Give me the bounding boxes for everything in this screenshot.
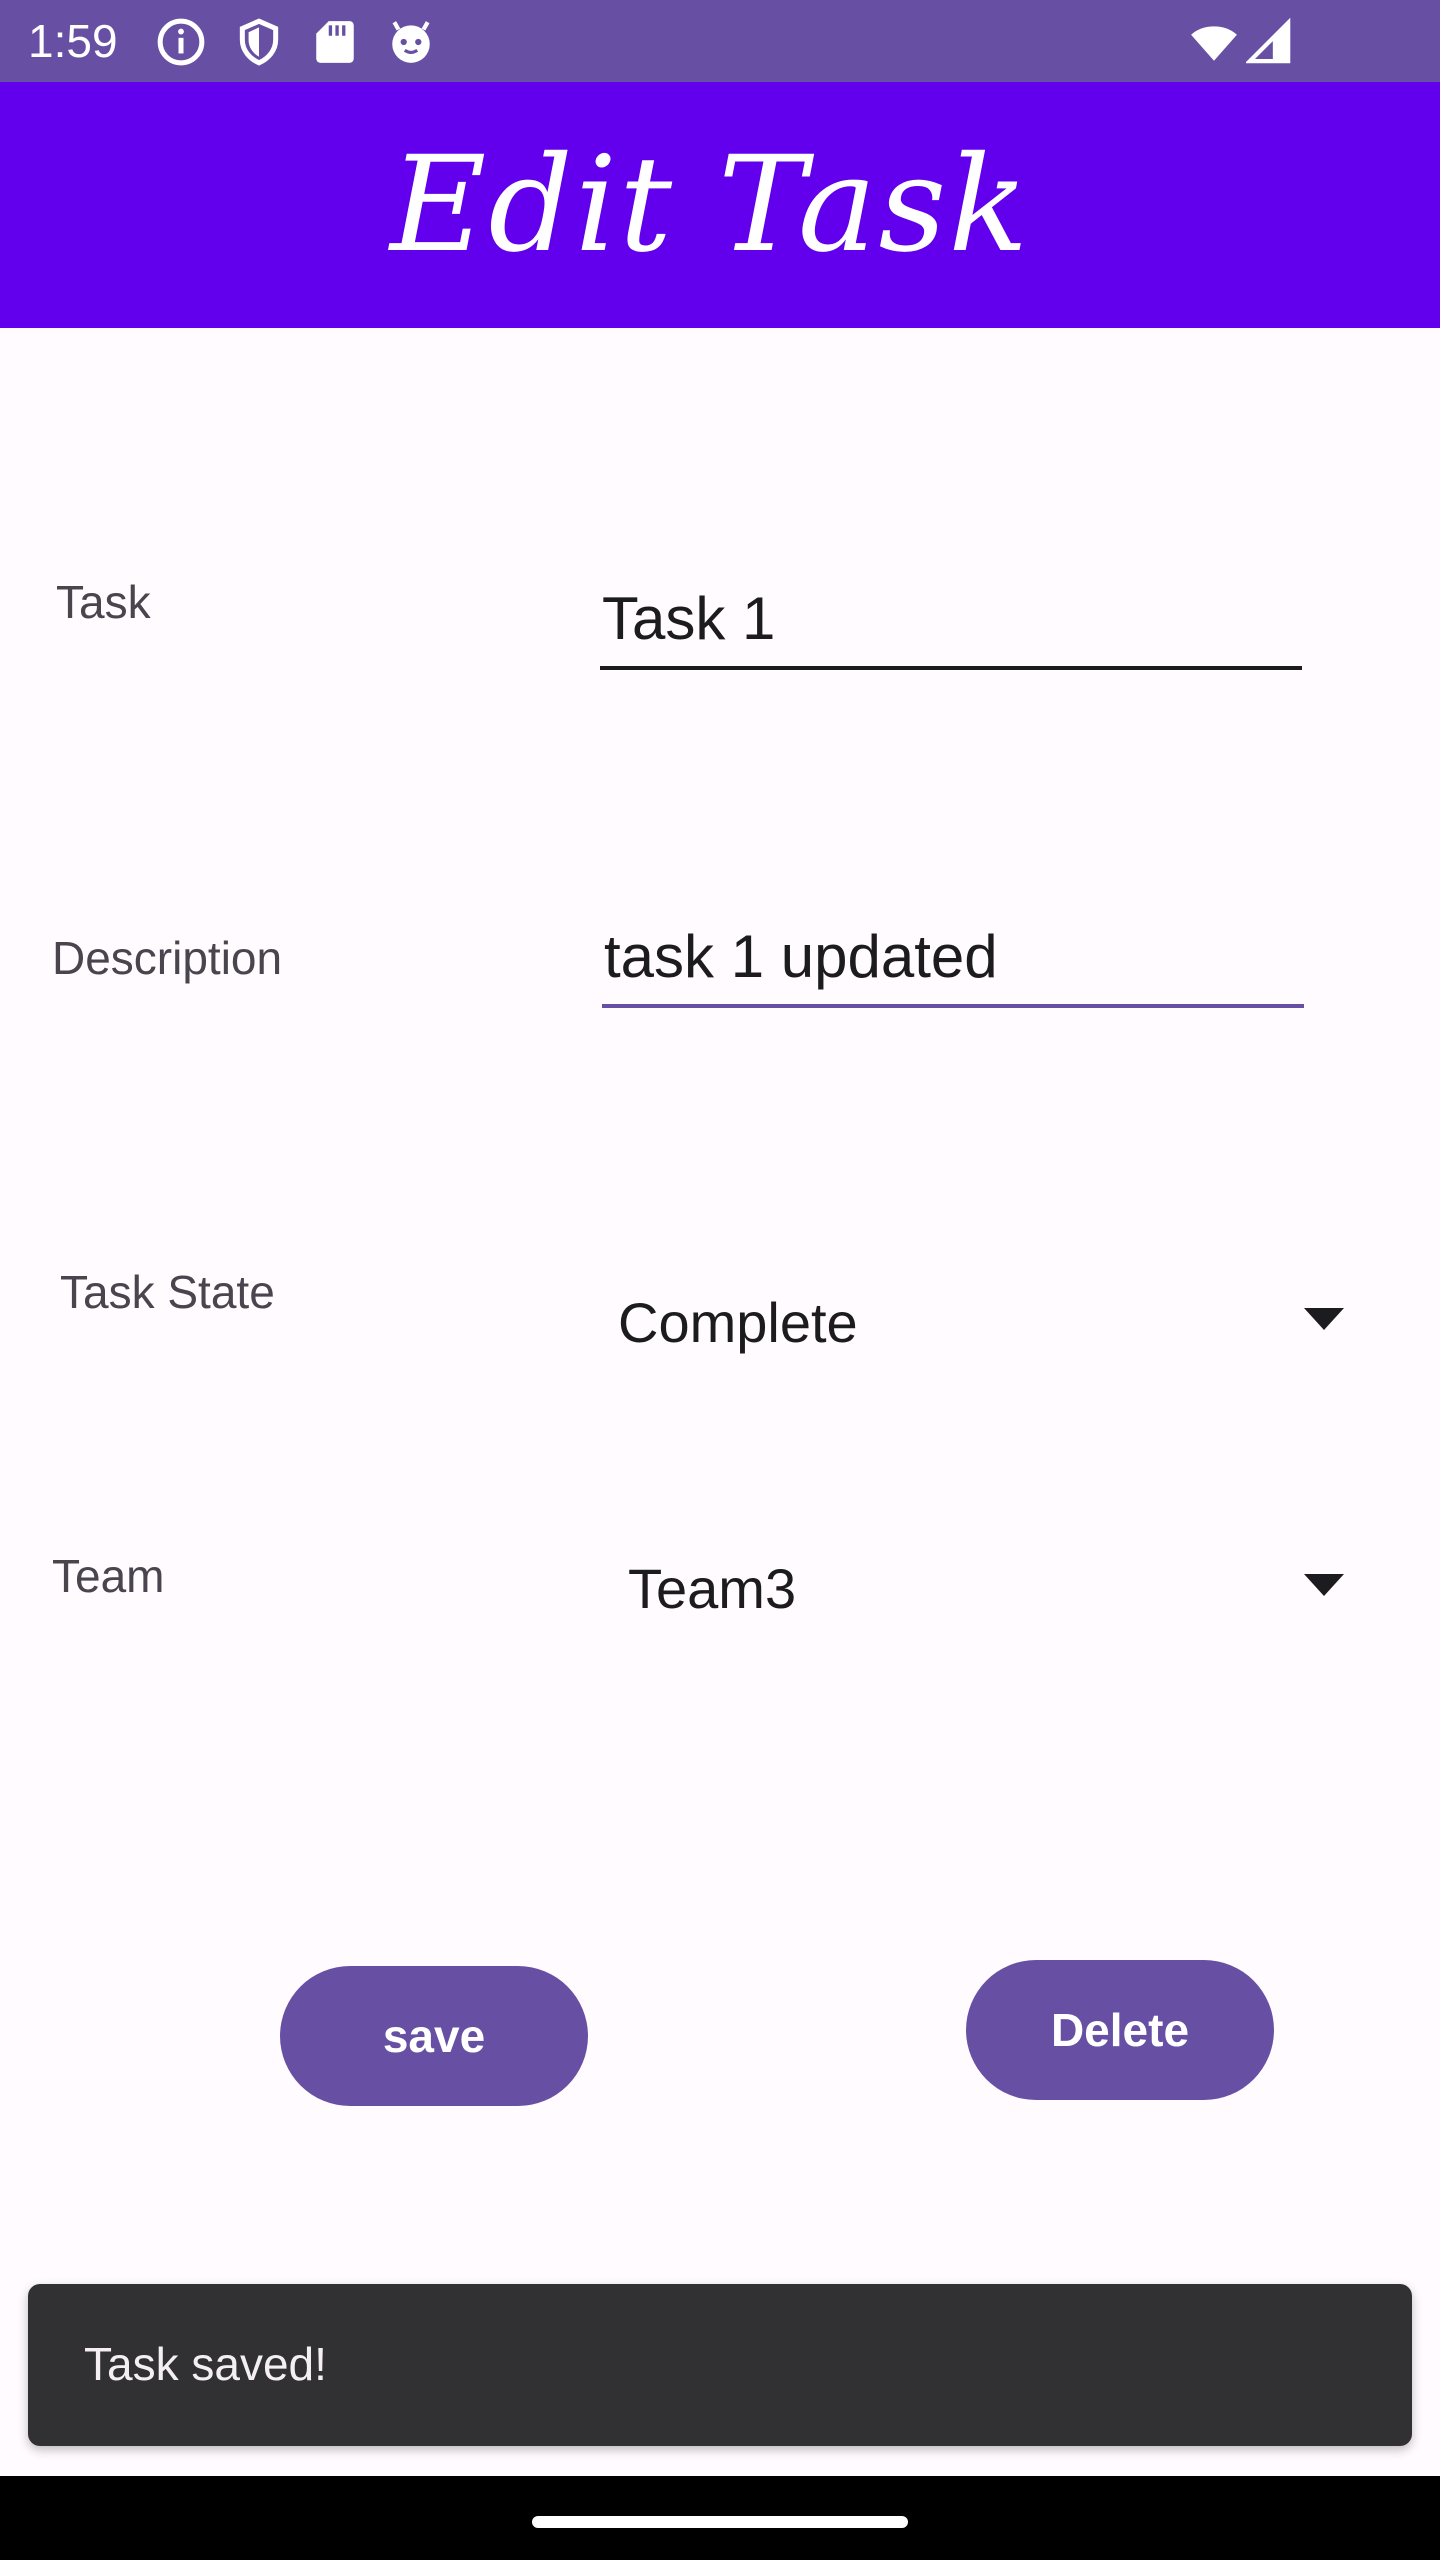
shield-icon: [234, 17, 284, 67]
team-label: Team: [52, 1550, 165, 1602]
sd-card-icon: [310, 17, 360, 67]
task-name-input[interactable]: Task 1: [600, 585, 1302, 670]
task-state-dropdown[interactable]: Complete: [618, 1278, 1344, 1368]
wifi-icon: [1186, 17, 1242, 67]
description-label: Description: [52, 932, 283, 984]
team-dropdown[interactable]: Team3: [628, 1544, 1344, 1634]
snackbar: Task saved!: [28, 2284, 1412, 2446]
task-state-selected: Complete: [618, 1291, 858, 1354]
task-name-value: Task 1: [602, 585, 776, 652]
home-gesture-handle[interactable]: [532, 2516, 908, 2528]
cell-signal-icon: [1246, 17, 1292, 67]
dropdown-arrow-icon: [1304, 1574, 1344, 1598]
save-button[interactable]: save: [280, 1966, 588, 2106]
snackbar-message: Task saved!: [84, 2338, 327, 2390]
info-icon: [156, 17, 206, 67]
dropdown-arrow-icon: [1304, 1308, 1344, 1332]
android-face-icon: [386, 17, 436, 67]
status-bar: 1:59: [0, 0, 1440, 82]
task-label: Task: [56, 576, 151, 628]
status-time: 1:59: [28, 15, 118, 67]
navigation-bar: [0, 2476, 1440, 2560]
team-selected: Team3: [628, 1557, 797, 1620]
page-title: Edit Task: [390, 128, 1031, 282]
description-value: task 1 updated: [604, 923, 998, 990]
task-state-label: Task State: [60, 1266, 275, 1318]
description-input[interactable]: task 1 updated: [602, 923, 1304, 1008]
delete-button[interactable]: Delete: [966, 1960, 1274, 2100]
